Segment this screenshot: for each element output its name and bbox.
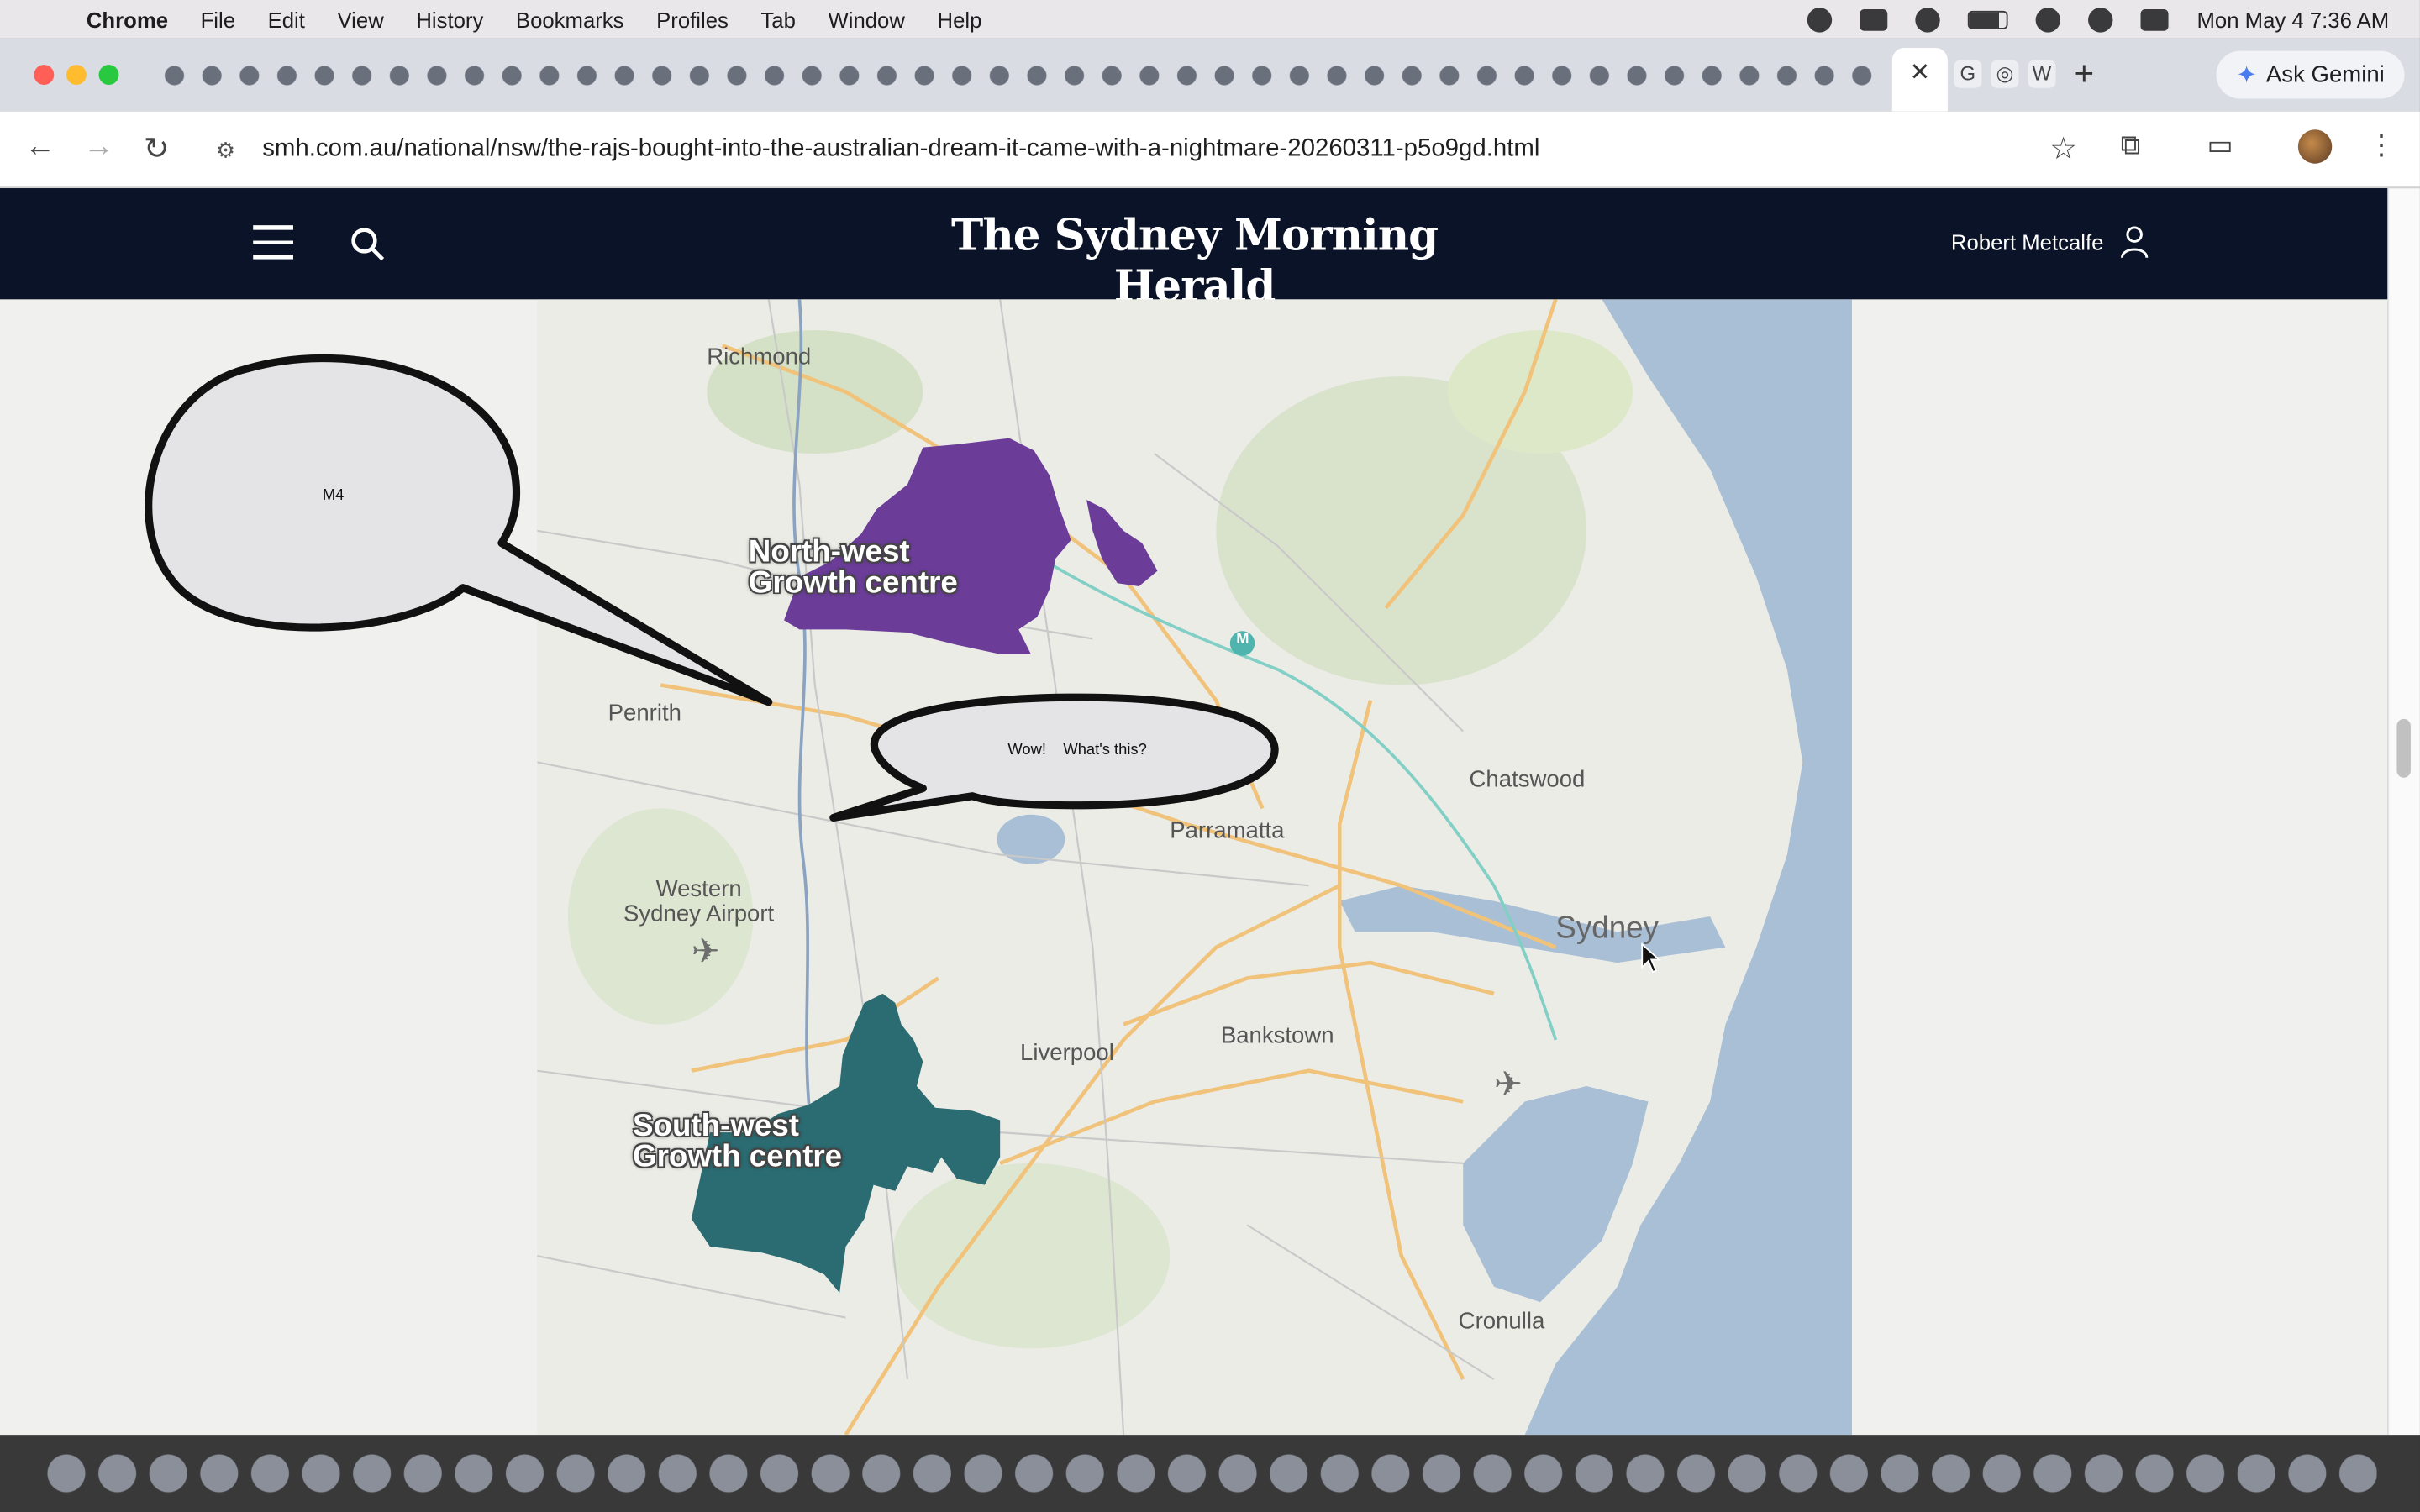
battery-icon[interactable]	[1968, 9, 2009, 29]
status-area: Mon May 4 7:36 AM	[1807, 0, 2390, 39]
back-icon[interactable]: ←	[24, 129, 55, 165]
zoom-window-button[interactable]	[98, 65, 119, 86]
speech-bubble-m4[interactable]	[145, 354, 773, 706]
pinned-tab-favicons[interactable]	[160, 60, 1890, 92]
profile-avatar[interactable]	[2297, 129, 2333, 164]
scrollbar-thumb[interactable]	[2396, 718, 2411, 778]
site-header: The Sydney Morning Herald Robert Metcalf…	[0, 188, 2388, 312]
more-tabs: G ◎ W	[1954, 60, 2056, 88]
spotlight-search-icon[interactable]	[2088, 7, 2114, 32]
tab-favicon-wikipedia[interactable]: W	[2028, 60, 2056, 88]
menu-history[interactable]: History	[416, 7, 483, 31]
address-bar[interactable]: ⚙ smh.com.au/national/nsw/the-rajs-bough…	[203, 123, 2098, 176]
play-icon[interactable]	[1916, 7, 1941, 32]
menu-app-name[interactable]: Chrome	[87, 7, 168, 31]
menu-tab[interactable]: Tab	[760, 7, 795, 31]
bookmark-star-icon[interactable]: ☆	[2049, 129, 2077, 168]
ask-gemini-label: Ask Gemini	[2265, 61, 2385, 88]
new-tab-button[interactable]: +	[2075, 54, 2095, 94]
extensions-icon[interactable]: ⧉	[2121, 129, 2141, 162]
close-tab-icon[interactable]: ✕	[1910, 60, 1931, 87]
ask-gemini-button[interactable]: ✦ Ask Gemini	[2216, 50, 2405, 99]
site-info-icon[interactable]: ⚙	[216, 137, 250, 163]
menu-edit[interactable]: Edit	[268, 7, 305, 31]
page-scrollbar[interactable]	[2387, 188, 2420, 1436]
url-text[interactable]: smh.com.au/national/nsw/the-rajs-bought-…	[262, 136, 1539, 164]
tab-favicon-generic[interactable]: ◎	[1991, 60, 2019, 88]
reload-icon[interactable]: ↻	[144, 129, 170, 168]
tab-favicon-google[interactable]: G	[1954, 60, 1982, 88]
menu-view[interactable]: View	[337, 7, 383, 31]
search-icon[interactable]	[349, 225, 386, 262]
menu-file[interactable]: File	[201, 7, 235, 31]
tab-strip: ✕ G ◎ W + ✦ Ask Gemini	[0, 38, 2420, 112]
control-center-icon[interactable]	[2141, 8, 2170, 30]
speech-bubble-wow-text: Wow! What's this?	[1007, 742, 1147, 759]
browser-toolbar: ← → ↻ ⚙ smh.com.au/national/nsw/the-rajs…	[0, 111, 2420, 189]
wifi-icon[interactable]	[2036, 7, 2061, 32]
clock[interactable]: Mon May 4 7:36 AM	[2197, 7, 2390, 31]
minimize-window-button[interactable]	[66, 65, 87, 86]
active-tab[interactable]: ✕	[1891, 47, 1948, 112]
article-body: ✈ ✈ Richmond Penrith Parramatta Chatswoo…	[0, 299, 2388, 1436]
menu-window[interactable]: Window	[828, 7, 904, 31]
speech-bubble-overlay	[145, 354, 1279, 822]
screen-icon[interactable]	[1860, 8, 1889, 30]
window-controls	[34, 65, 119, 86]
user-name[interactable]: Robert Metcalfe	[1951, 230, 2104, 255]
side-panel-icon[interactable]: ▭	[2207, 129, 2233, 162]
menu-help[interactable]: Help	[938, 7, 982, 31]
chrome-menu-icon[interactable]: ⋮	[2367, 129, 2395, 162]
dock-app-icons[interactable]	[43, 1448, 2377, 1502]
macos-menu-bar: Chrome File Edit View History Bookmarks …	[0, 0, 2420, 39]
status-app-icon[interactable]	[1807, 7, 1833, 32]
user-icon[interactable]	[2119, 225, 2150, 259]
screen: Chrome File Edit View History Bookmarks …	[0, 0, 2420, 1512]
mouse-cursor-icon	[1641, 942, 1661, 974]
close-window-button[interactable]	[34, 65, 55, 86]
hamburger-menu-icon[interactable]	[253, 225, 293, 259]
speech-bubble-m4-text: M4	[322, 487, 345, 505]
gemini-sparkle-icon: ✦	[2236, 62, 2257, 89]
menu-profiles[interactable]: Profiles	[656, 7, 729, 31]
menu-bookmarks[interactable]: Bookmarks	[516, 7, 624, 31]
masthead-logo[interactable]: The Sydney Morning Herald	[865, 210, 1525, 312]
macos-dock	[0, 1435, 2420, 1512]
forward-icon[interactable]: →	[83, 129, 114, 165]
